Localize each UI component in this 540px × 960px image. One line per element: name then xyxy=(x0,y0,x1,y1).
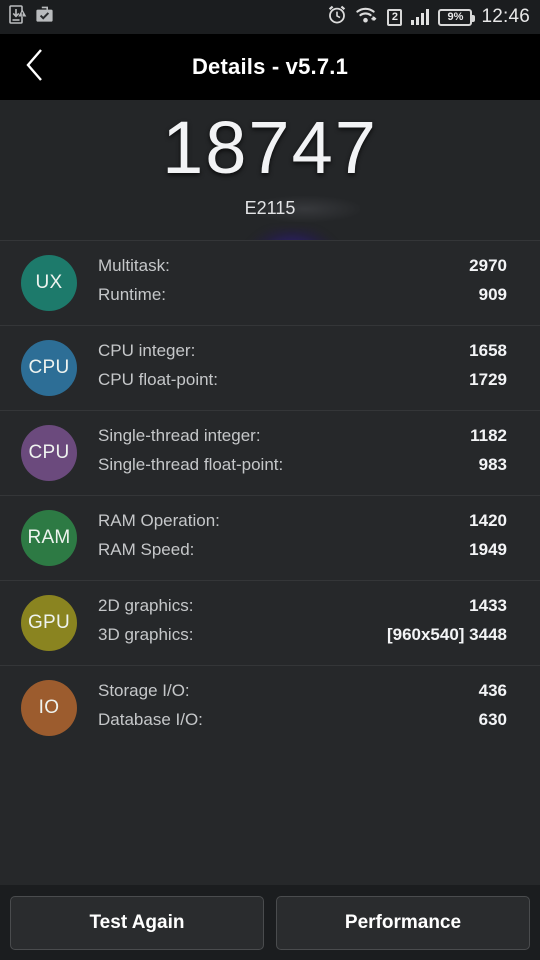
metric-label: CPU integer: xyxy=(98,340,196,360)
metric-value: 630 xyxy=(478,709,507,729)
category-badge-ram-icon: RAM xyxy=(21,510,77,566)
metric-label: Storage I/O: xyxy=(98,680,190,700)
score-glow xyxy=(246,228,338,240)
sim-label: 2 xyxy=(391,10,399,23)
metric-value: 1182 xyxy=(470,425,507,445)
metric-row: Storage I/O: 436 xyxy=(98,681,507,707)
status-bar-notifications xyxy=(0,5,54,29)
test-again-button[interactable]: Test Again xyxy=(10,895,264,950)
metric-label: Multitask: xyxy=(98,255,170,275)
wifi-icon xyxy=(356,6,378,29)
metric-value: 2970 xyxy=(469,255,507,275)
metric-label: Database I/O: xyxy=(98,709,203,729)
briefcase-check-icon xyxy=(35,5,54,29)
metric-value: 1949 xyxy=(469,539,507,559)
metric-row: Single-thread float-point: 983 xyxy=(98,455,507,481)
metric-row: CPU integer: 1658 xyxy=(98,341,507,367)
performance-button[interactable]: Performance xyxy=(276,895,530,950)
metric-value: 1729 xyxy=(469,369,507,389)
back-button[interactable] xyxy=(0,34,70,100)
metric-value: 1420 xyxy=(469,510,507,530)
table-row[interactable]: IO Storage I/O: 436 Database I/O: 630 xyxy=(0,665,540,750)
table-row[interactable]: UX Multitask: 2970 Runtime: 909 xyxy=(0,240,540,325)
metric-row: Database I/O: 630 xyxy=(98,710,507,736)
title-bar: Details - v5.7.1 xyxy=(0,34,540,100)
device-model-label: E2115 xyxy=(244,198,296,218)
category-badge-cpu-icon: CPU xyxy=(21,425,77,481)
metric-row: 2D graphics: 1433 xyxy=(98,596,507,622)
metric-label: Single-thread float-point: xyxy=(98,454,284,474)
metric-group: Storage I/O: 436 Database I/O: 630 xyxy=(77,678,540,739)
battery-percent-label: 9% xyxy=(447,10,464,23)
metric-label: RAM Speed: xyxy=(98,539,195,559)
metric-value: 983 xyxy=(478,454,507,474)
sim-indicator-icon: 2 xyxy=(387,8,403,26)
app-root: 2 9% 12:46 Details - v5.7.1 18747 E2115 … xyxy=(0,0,540,960)
metric-value: 436 xyxy=(478,680,507,700)
total-score: 18747 xyxy=(162,106,378,189)
score-hero: 18747 E2115 xyxy=(0,100,540,240)
category-badge-gpu-icon: GPU xyxy=(21,595,77,651)
metric-row: Single-thread integer: 1182 xyxy=(98,426,507,452)
metric-label: CPU float-point: xyxy=(98,369,218,389)
metric-label: Single-thread integer: xyxy=(98,425,261,445)
status-bar: 2 9% 12:46 xyxy=(0,0,540,34)
benchmark-results-list: UX Multitask: 2970 Runtime: 909 CPU CPU intege… xyxy=(0,240,540,750)
download-icon xyxy=(9,5,27,29)
metric-row: Runtime: 909 xyxy=(98,285,507,311)
metric-label: Runtime: xyxy=(98,284,167,304)
metric-value: 1658 xyxy=(469,340,507,360)
table-row[interactable]: GPU 2D graphics: 1433 3D graphics: [960x540]… xyxy=(0,580,540,665)
status-bar-clock: 12:46 xyxy=(481,6,530,27)
battery-icon: 9% xyxy=(438,8,476,26)
category-badge-cpu-icon: CPU xyxy=(21,340,77,396)
back-chevron-icon xyxy=(24,48,46,87)
category-badge-io-icon: IO xyxy=(21,680,77,736)
status-bar-system-icons: 2 9% 12:46 xyxy=(327,5,540,30)
metric-group: Multitask: 2970 Runtime: 909 xyxy=(77,253,540,314)
metric-row: Multitask: 2970 xyxy=(98,256,507,282)
metric-value: [960x540] 3448 xyxy=(386,624,507,644)
metric-row: CPU float-point: 1729 xyxy=(98,370,507,396)
metric-group: RAM Operation: 1420 RAM Speed: 1949 xyxy=(77,508,540,569)
metric-label: 2D graphics: xyxy=(98,595,194,615)
metric-row: RAM Speed: 1949 xyxy=(98,540,507,566)
signal-bars-icon xyxy=(411,9,430,25)
metric-row: 3D graphics: [960x540] 3448 xyxy=(98,625,507,651)
metric-group: CPU integer: 1658 CPU float-point: 1729 xyxy=(77,338,540,399)
metric-label: RAM Operation: xyxy=(98,510,220,530)
alarm-clock-icon xyxy=(327,5,347,30)
category-badge-ux-icon: UX xyxy=(21,255,77,311)
table-row[interactable]: CPU CPU integer: 1658 CPU float-point: 1729 xyxy=(0,325,540,410)
page-title: Details - v5.7.1 xyxy=(191,54,349,79)
table-row[interactable]: CPU Single-thread integer: 1182 Single-thre… xyxy=(0,410,540,495)
metric-value: 1433 xyxy=(469,595,507,615)
bottom-button-bar: Test Again Performance xyxy=(0,885,540,960)
metric-group: 2D graphics: 1433 3D graphics: [960x540] 34… xyxy=(77,593,540,654)
metric-row: RAM Operation: 1420 xyxy=(98,511,507,537)
metric-label: 3D graphics: xyxy=(98,624,194,644)
metric-group: Single-thread integer: 1182 Single-thread … xyxy=(77,423,540,484)
table-row[interactable]: RAM RAM Operation: 1420 RAM Speed: 1949 xyxy=(0,495,540,580)
metric-value: 909 xyxy=(478,284,507,304)
